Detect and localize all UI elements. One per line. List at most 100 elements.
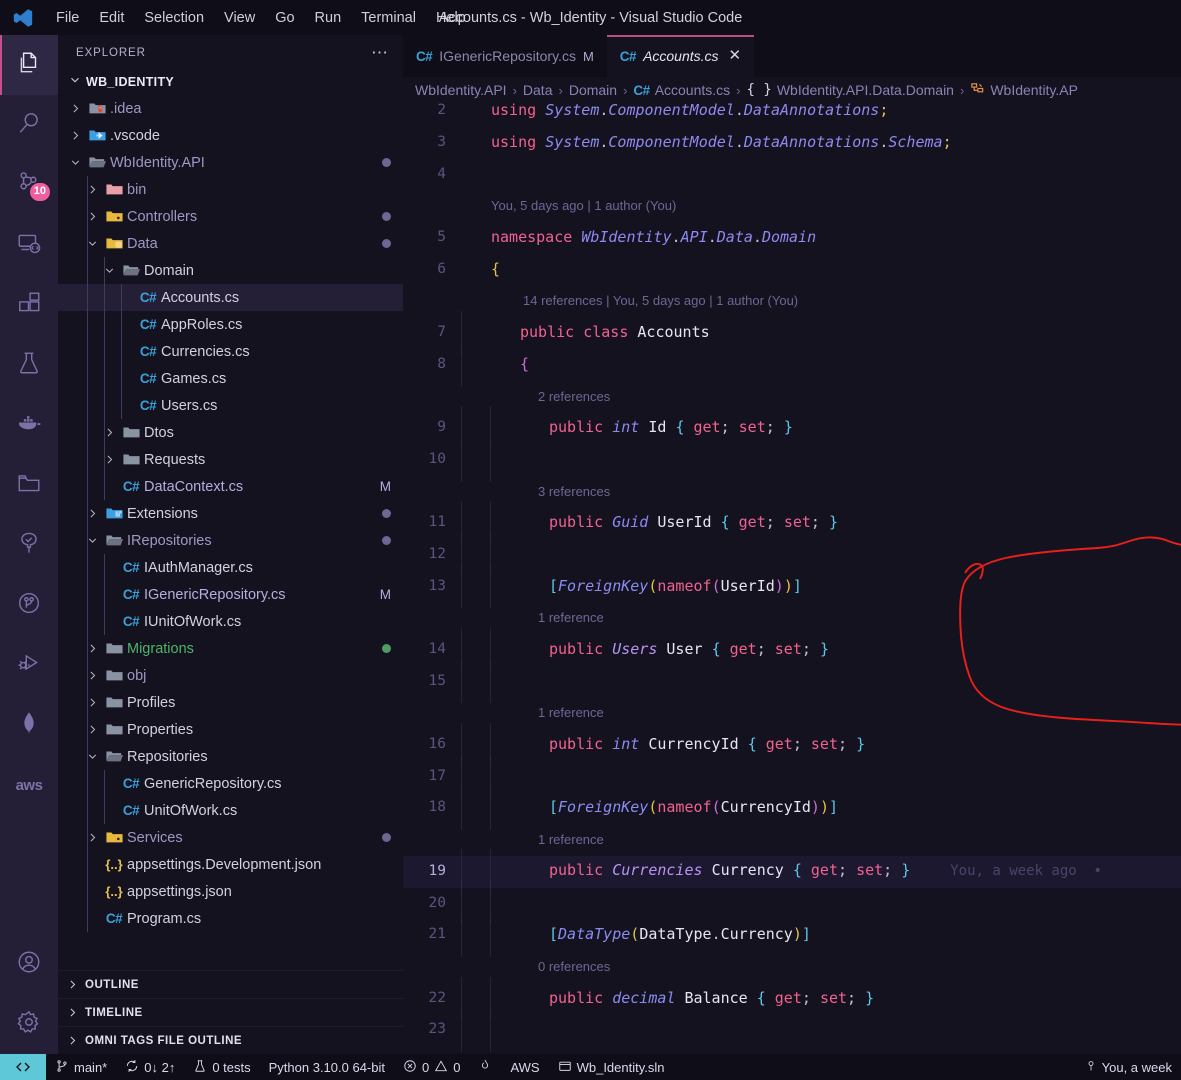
tree-item-games-cs[interactable]: C# Games.cs xyxy=(58,365,403,392)
code-line[interactable]: 10 xyxy=(403,437,1181,482)
tree-item-extensions[interactable]: Extensions xyxy=(58,500,403,527)
menu-help[interactable]: Help xyxy=(426,5,476,31)
code-lens-label[interactable]: 14 references | You, 5 days ago | 1 auth… xyxy=(403,285,798,317)
chevron-right-icon[interactable] xyxy=(83,210,101,223)
status-flame[interactable] xyxy=(469,1054,501,1080)
code-line-text[interactable]: public int Id { get; set; } xyxy=(461,406,1181,450)
code-line-text[interactable]: namespace WbIdentity.API.Data.Domain xyxy=(461,222,1181,254)
ellipsis-icon[interactable]: ⋯ xyxy=(371,44,389,61)
code-editor[interactable]: 2 using System.ComponentModel.DataAnnotat… xyxy=(403,103,1181,1054)
code-line[interactable]: 19 public Currencies Currency { get; set;… xyxy=(403,849,1181,895)
tree-item-accounts-cs[interactable]: C# Accounts.cs xyxy=(58,284,403,311)
code-line[interactable]: 4 xyxy=(403,159,1181,191)
breadcrumb-item-accounts-cs[interactable]: C# Accounts.cs xyxy=(633,82,730,98)
menu-run[interactable]: Run xyxy=(305,5,352,31)
code-line[interactable]: 20 xyxy=(403,881,1181,926)
editor-tab-bar[interactable]: C# IGenericRepository.cs M C# Accounts.c… xyxy=(403,35,1181,77)
activity-bar[interactable]: 10 aws xyxy=(0,35,58,1054)
code-lens[interactable]: 14 references | You, 5 days ago | 1 auth… xyxy=(403,285,1181,317)
chevron-right-icon[interactable] xyxy=(66,102,84,115)
chevron-down-icon[interactable] xyxy=(83,750,101,763)
panel-omni-tags-file-outline[interactable]: OMNI TAGS FILE OUTLINE xyxy=(58,1026,403,1054)
tab-igenericrepository[interactable]: C# IGenericRepository.cs M xyxy=(403,35,607,77)
activity-settings[interactable] xyxy=(0,994,58,1054)
code-line[interactable]: 12 xyxy=(403,532,1181,577)
code-line-text[interactable]: { xyxy=(461,342,1181,387)
activity-testing[interactable] xyxy=(0,335,58,395)
tree-item-repositories[interactable]: Repositories xyxy=(58,743,403,770)
code-line[interactable]: 7 public class Accounts xyxy=(403,311,1181,355)
code-line-text[interactable]: { xyxy=(461,254,1181,286)
breadcrumb-item-wbidentity-ap[interactable]: WbIdentity.AP xyxy=(970,81,1078,99)
code-line-text[interactable]: public Currencies Currency { get; set; }… xyxy=(461,849,1181,895)
code-lens[interactable]: You, 5 days ago | 1 author (You) xyxy=(403,190,1181,222)
tree-item--vscode[interactable]: .vscode xyxy=(58,122,403,149)
tree-item-datacontext-cs[interactable]: C# DataContext.cs M xyxy=(58,473,403,500)
breadcrumb-item-wbidentity-api[interactable]: WbIdentity.API xyxy=(415,82,507,98)
chevron-right-icon[interactable] xyxy=(83,696,101,709)
status-sync[interactable]: 0↓ 2↑ xyxy=(116,1054,184,1080)
breadcrumb-item-data[interactable]: Data xyxy=(523,82,553,98)
code-line-text[interactable]: public Guid UserId { get; set; } xyxy=(461,501,1181,545)
tree-item-migrations[interactable]: Migrations xyxy=(58,635,403,662)
status-gitlens-blame[interactable]: You, a week xyxy=(1076,1054,1181,1080)
activity-source-control[interactable]: 10 xyxy=(0,155,58,215)
tree-item-obj[interactable]: obj xyxy=(58,662,403,689)
code-line[interactable]: 14 public Users User { get; set; } xyxy=(403,628,1181,672)
code-line[interactable]: 3 using System.ComponentModel.DataAnnotat… xyxy=(403,127,1181,159)
code-line-text[interactable]: public decimal Balance { get; set; } xyxy=(461,976,1181,1021)
code-line[interactable]: 16 public int CurrencyId { get; set; } xyxy=(403,723,1181,767)
code-line-text[interactable]: public Users User { get; set; } xyxy=(461,628,1181,672)
chevron-right-icon[interactable] xyxy=(83,831,101,844)
menu-edit[interactable]: Edit xyxy=(89,5,134,31)
chevron-right-icon[interactable] xyxy=(83,669,101,682)
menu-selection[interactable]: Selection xyxy=(134,5,214,31)
chevron-down-icon[interactable] xyxy=(100,264,118,277)
activity-remote-explorer[interactable] xyxy=(0,215,58,275)
breadcrumb-item-domain[interactable]: Domain xyxy=(569,82,617,98)
code-lens[interactable]: 1 reference xyxy=(403,602,1181,634)
activity-gitlens[interactable] xyxy=(0,515,58,575)
tree-item-bin[interactable]: bin xyxy=(58,176,403,203)
code-line-text[interactable] xyxy=(461,532,1181,577)
tree-item-igenericrepository-cs[interactable]: C# IGenericRepository.cs M xyxy=(58,581,403,608)
code-line-text[interactable] xyxy=(461,1008,1181,1052)
tree-item-currencies-cs[interactable]: C# Currencies.cs xyxy=(58,338,403,365)
panel-timeline[interactable]: TIMELINE xyxy=(58,998,403,1026)
code-line[interactable]: 21 [DataType(DataType.Currency)] xyxy=(403,913,1181,957)
code-line[interactable]: 2 using System.ComponentModel.DataAnnotat… xyxy=(403,103,1181,127)
tree-item-properties[interactable]: Properties xyxy=(58,716,403,743)
tree-item-domain[interactable]: Domain xyxy=(58,257,403,284)
activity-docker[interactable] xyxy=(0,395,58,455)
status-bar[interactable]: main* 0↓ 2↑ 0 tests Python 3.10.0 64-bit xyxy=(0,1054,1181,1080)
chevron-right-icon[interactable] xyxy=(66,129,84,142)
status-problems[interactable]: 0 0 xyxy=(394,1054,469,1080)
activity-accounts[interactable] xyxy=(0,934,58,994)
tree-item-genericrepository-cs[interactable]: C# GenericRepository.cs xyxy=(58,770,403,797)
activity-git-graph[interactable] xyxy=(0,575,58,635)
tree-item-approles-cs[interactable]: C# AppRoles.cs xyxy=(58,311,403,338)
tree-item-profiles[interactable]: Profiles xyxy=(58,689,403,716)
activity-project-manager[interactable] xyxy=(0,455,58,515)
chevron-down-icon[interactable] xyxy=(83,534,101,547)
tree-item-unitofwork-cs[interactable]: C# UnitOfWork.cs xyxy=(58,797,403,824)
code-line[interactable]: 5 namespace WbIdentity.API.Data.Domain xyxy=(403,222,1181,254)
code-lens-label[interactable]: You, 5 days ago | 1 author (You) xyxy=(403,190,676,222)
activity-search[interactable] xyxy=(0,95,58,155)
tree-item-appsettings-json[interactable]: {..} appsettings.json xyxy=(58,878,403,905)
sidebar-panels[interactable]: OUTLINE TIMELINE OMNI TAGS FILE OUTLINE xyxy=(58,970,403,1054)
code-lens-label[interactable]: 3 references xyxy=(403,476,610,508)
menu-file[interactable]: File xyxy=(46,5,89,31)
chevron-right-icon[interactable] xyxy=(83,507,101,520)
chevron-right-icon[interactable] xyxy=(100,426,118,439)
code-line[interactable]: 15 xyxy=(403,659,1181,704)
chevron-right-icon[interactable] xyxy=(83,183,101,196)
code-line-text[interactable] xyxy=(461,659,1181,704)
activity-run-and-debug[interactable] xyxy=(0,635,58,695)
menu-bar[interactable]: File Edit Selection View Go Run Terminal… xyxy=(46,5,476,31)
status-python-interpreter[interactable]: Python 3.10.0 64-bit xyxy=(260,1054,394,1080)
tree-item-dtos[interactable]: Dtos xyxy=(58,419,403,446)
close-icon[interactable]: ✕ xyxy=(729,48,742,63)
activity-explorer[interactable] xyxy=(0,35,58,95)
code-line-text[interactable]: [ForeignKey(nameof(UserId))] xyxy=(461,564,1181,609)
